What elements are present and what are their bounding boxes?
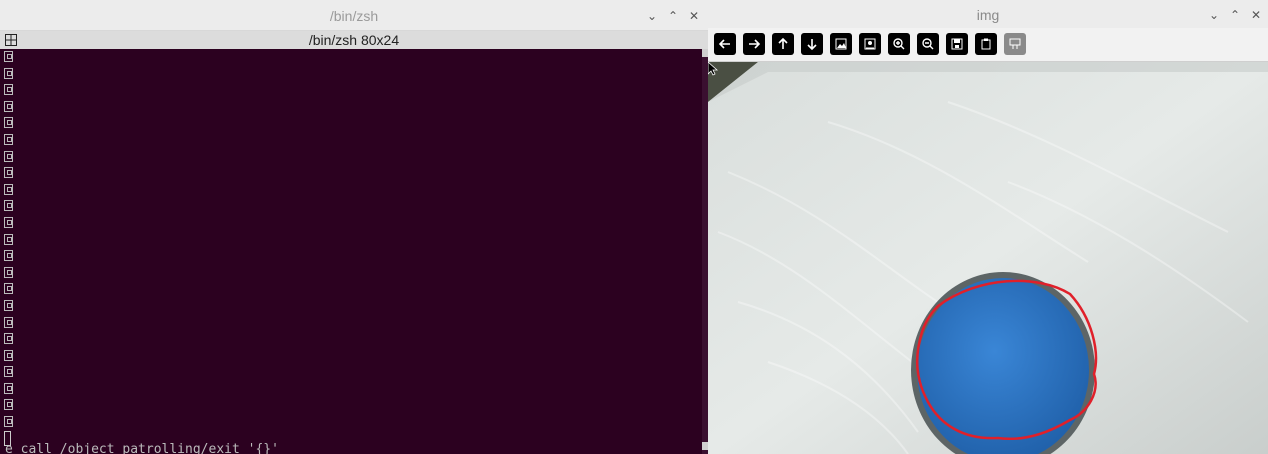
image-icon — [835, 38, 847, 50]
chevron-up-icon[interactable]: ⌃ — [1229, 8, 1241, 22]
arrow-left-button[interactable] — [714, 33, 736, 55]
arrow-up-button[interactable] — [772, 33, 794, 55]
placeholder-glyph — [4, 100, 13, 112]
terminal-window[interactable]: /bin/zsh ⌄ ⌃ ✕ /bin/zsh 80x24 e call /ob… — [0, 0, 708, 454]
placeholder-glyph — [4, 133, 13, 145]
zoom-out-button[interactable] — [917, 33, 939, 55]
image-viewer-toolbar — [708, 28, 1268, 62]
placeholder-glyph — [4, 84, 13, 96]
terminal-window-controls: ⌄ ⌃ ✕ — [646, 9, 700, 23]
placeholder-glyph — [4, 349, 13, 361]
blue-cup — [917, 278, 1089, 454]
image-viewer-window-title: img — [976, 7, 1000, 23]
arrow-up-icon — [778, 37, 788, 49]
terminal-titlebar[interactable]: /bin/zsh ⌄ ⌃ ✕ — [0, 0, 708, 31]
close-icon[interactable]: ✕ — [688, 9, 700, 23]
arrow-left-icon — [718, 39, 730, 49]
placeholder-glyph — [4, 150, 13, 162]
terminal-tab-bar: /bin/zsh 80x24 — [0, 31, 708, 49]
placeholder-glyph — [4, 399, 13, 411]
properties-icon — [1009, 38, 1021, 49]
image-viewer-window[interactable]: img ⌄ ⌃ ✕ — [708, 0, 1268, 454]
placeholder-glyph — [4, 382, 13, 394]
camera-frame — [708, 62, 1268, 454]
placeholder-glyph — [4, 233, 13, 245]
placeholder-glyph — [4, 200, 13, 212]
chevron-down-icon[interactable]: ⌄ — [1208, 8, 1220, 22]
mouse-pointer-icon — [708, 62, 718, 76]
clipboard-icon — [981, 38, 991, 50]
close-icon[interactable]: ✕ — [1250, 8, 1262, 22]
terminal-tab-title: /bin/zsh 80x24 — [308, 32, 400, 48]
placeholder-glyph — [4, 299, 13, 311]
clipboard-button[interactable] — [975, 33, 997, 55]
terminal-last-line: e call /object_patrolling/exit '{}' — [5, 442, 279, 454]
save-icon — [951, 38, 963, 50]
placeholder-glyph-column — [4, 51, 13, 433]
placeholder-glyph — [4, 283, 13, 295]
arrow-right-icon — [749, 39, 761, 49]
terminal-output[interactable]: e call /object_patrolling/exit '{}' — [0, 49, 708, 454]
terminal-window-title: /bin/zsh — [329, 8, 379, 24]
properties-button[interactable] — [1004, 33, 1026, 55]
image-button[interactable] — [830, 33, 852, 55]
camera-image[interactable] — [708, 62, 1268, 454]
chevron-up-icon[interactable]: ⌃ — [667, 9, 679, 23]
arrow-down-button[interactable] — [801, 33, 823, 55]
zoom-in-icon — [893, 38, 905, 50]
image-settings-button[interactable] — [859, 33, 881, 55]
image-viewer-titlebar[interactable]: img ⌄ ⌃ ✕ — [708, 0, 1268, 28]
save-button[interactable] — [946, 33, 968, 55]
placeholder-glyph — [4, 51, 13, 62]
placeholder-glyph — [4, 216, 13, 228]
placeholder-glyph — [4, 167, 13, 179]
image-viewer-window-controls: ⌄ ⌃ ✕ — [1208, 8, 1262, 22]
zoom-out-icon — [922, 38, 934, 50]
placeholder-glyph — [4, 250, 13, 262]
placeholder-glyph — [4, 366, 13, 378]
chevron-down-icon[interactable]: ⌄ — [646, 9, 658, 23]
arrow-right-button[interactable] — [743, 33, 765, 55]
arrow-down-icon — [807, 39, 817, 51]
placeholder-glyph — [4, 67, 13, 79]
placeholder-glyph — [4, 266, 13, 278]
placeholder-glyph — [4, 333, 13, 345]
image-settings-icon — [864, 38, 876, 50]
zoom-in-button[interactable] — [888, 33, 910, 55]
placeholder-glyph — [4, 416, 13, 428]
placeholder-glyph — [4, 183, 13, 195]
placeholder-glyph — [4, 117, 13, 129]
placeholder-glyph — [4, 316, 13, 328]
